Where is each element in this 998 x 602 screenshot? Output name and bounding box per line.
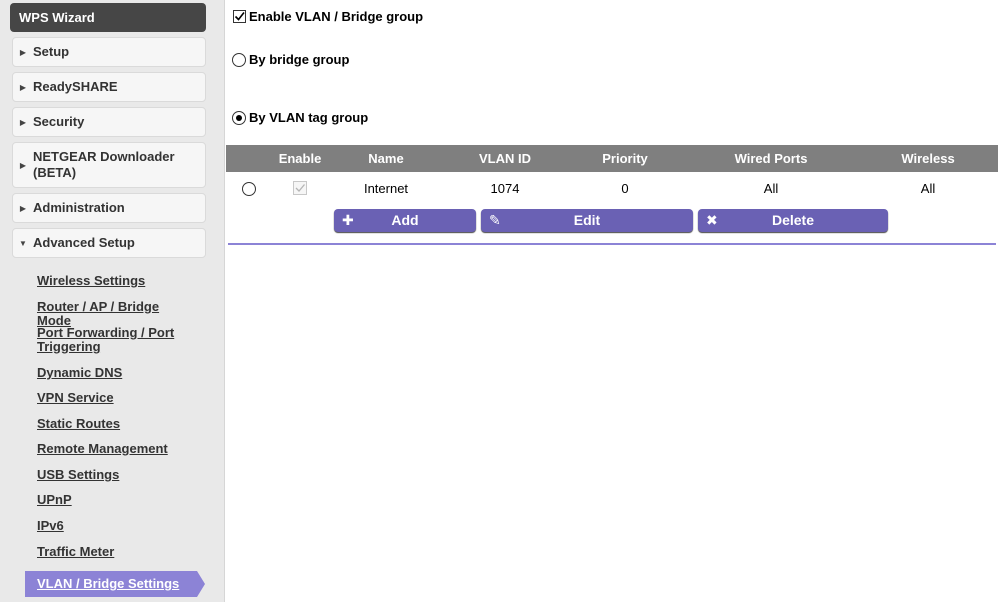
column-header-priority: Priority xyxy=(602,151,648,166)
column-header-vlan-id: VLAN ID xyxy=(479,151,531,166)
sidebar-item-security[interactable]: ▶ Security xyxy=(12,107,206,137)
sidebar-item-label: Security xyxy=(33,114,85,129)
enable-vlan-option[interactable]: Enable VLAN / Bridge group xyxy=(233,9,423,24)
wps-wizard-button[interactable]: WPS Wizard xyxy=(10,3,206,32)
edit-button[interactable]: ✎ Edit xyxy=(481,209,693,232)
link-traffic-meter[interactable]: Traffic Meter xyxy=(37,545,207,559)
cell-wired-ports: All xyxy=(763,181,779,196)
sidebar: WPS Wizard ▶ Setup ▶ ReadySHARE ▶ Securi… xyxy=(0,0,225,602)
link-vlan-bridge-settings[interactable]: VLAN / Bridge Settings xyxy=(25,571,205,597)
delete-button[interactable]: ✖ Delete xyxy=(698,209,888,232)
sidebar-item-administration[interactable]: ▶ Administration xyxy=(12,193,206,223)
link-usb-settings[interactable]: USB Settings xyxy=(37,468,207,482)
link-ipv6[interactable]: IPv6 xyxy=(37,519,207,533)
divider xyxy=(228,243,996,245)
row-select-radio[interactable] xyxy=(242,182,256,196)
by-vlan-option[interactable]: By VLAN tag group xyxy=(232,110,368,125)
by-vlan-radio[interactable] xyxy=(232,110,246,125)
cell-vlan-id: 1074 xyxy=(490,181,520,196)
sidebar-item-setup[interactable]: ▶ Setup xyxy=(12,37,206,67)
column-header-name: Name xyxy=(368,151,404,166)
table-header: Enable Name VLAN ID Priority Wired Ports… xyxy=(226,145,998,172)
triangle-right-icon: ▶ xyxy=(19,203,27,213)
enable-vlan-label: Enable VLAN / Bridge group xyxy=(249,9,424,24)
column-header-wired-ports: Wired Ports xyxy=(734,151,808,166)
link-upnp[interactable]: UPnP xyxy=(37,493,207,507)
sidebar-item-label: Setup xyxy=(33,44,70,59)
by-bridge-option[interactable]: By bridge group xyxy=(232,52,349,67)
main-content: Enable VLAN / Bridge group By bridge gro… xyxy=(226,0,998,602)
by-vlan-label: By VLAN tag group xyxy=(249,110,369,125)
sidebar-item-netgear-downloader[interactable]: ▶ NETGEAR Downloader (BETA) xyxy=(12,142,206,188)
sidebar-item-advanced-setup[interactable]: ▼ Advanced Setup xyxy=(12,228,206,258)
add-button[interactable]: ✚ Add xyxy=(334,209,476,232)
column-header-enable: Enable xyxy=(278,151,322,166)
by-bridge-radio[interactable] xyxy=(232,52,246,67)
by-bridge-label: By bridge group xyxy=(249,52,350,67)
sidebar-item-label: ReadySHARE xyxy=(33,79,118,94)
link-router-ap-bridge-mode[interactable]: Router / AP / Bridge Mode xyxy=(37,300,187,328)
triangle-down-icon: ▼ xyxy=(19,238,27,248)
triangle-right-icon: ▶ xyxy=(19,160,27,170)
row-enable-checkbox xyxy=(293,181,307,195)
sidebar-item-label: Advanced Setup xyxy=(33,235,135,250)
sidebar-item-label: NETGEAR Downloader (BETA) xyxy=(33,149,175,180)
cell-name: Internet xyxy=(363,181,409,196)
column-header-wireless: Wireless xyxy=(901,151,955,166)
triangle-right-icon: ▶ xyxy=(19,82,27,92)
link-wireless-settings[interactable]: Wireless Settings xyxy=(37,274,207,288)
enable-vlan-checkbox[interactable] xyxy=(233,10,246,23)
triangle-right-icon: ▶ xyxy=(19,47,27,57)
link-static-routes[interactable]: Static Routes xyxy=(37,417,207,431)
link-dynamic-dns[interactable]: Dynamic DNS xyxy=(37,366,207,380)
table-row: Internet 1074 0 All All xyxy=(226,172,998,206)
sidebar-item-label: Administration xyxy=(33,200,125,215)
link-remote-management[interactable]: Remote Management xyxy=(37,442,207,456)
cell-priority: 0 xyxy=(621,181,629,196)
link-port-forwarding[interactable]: Port Forwarding / Port Triggering xyxy=(37,326,197,354)
cell-wireless: All xyxy=(920,181,936,196)
link-vpn-service[interactable]: VPN Service xyxy=(37,391,207,405)
triangle-right-icon: ▶ xyxy=(19,117,27,127)
sidebar-item-readyshare[interactable]: ▶ ReadySHARE xyxy=(12,72,206,102)
